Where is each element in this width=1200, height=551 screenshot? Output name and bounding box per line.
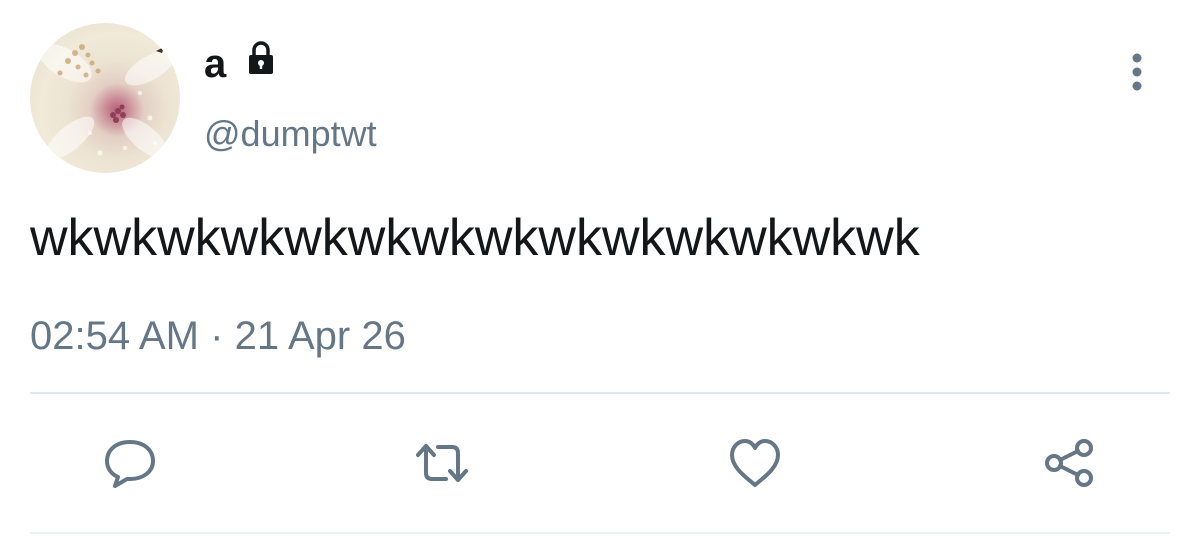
flower-avatar-image <box>38 43 175 160</box>
divider <box>30 392 1170 394</box>
tweet-time: 02:54 AM <box>30 314 200 358</box>
heart-icon <box>730 439 780 487</box>
bottom-divider <box>30 532 1170 534</box>
avatar[interactable] <box>30 23 180 173</box>
timestamp-separator: · <box>210 314 224 358</box>
tweet-date: 21 Apr 26 <box>234 314 406 358</box>
timestamp[interactable]: 02:54 AM · 21 Apr 26 <box>30 312 406 360</box>
speech-bubble-icon <box>105 440 155 488</box>
display-name[interactable]: a <box>204 40 226 88</box>
share-button[interactable] <box>1040 433 1100 493</box>
retweet-arrows-icon <box>416 444 468 482</box>
vertical-ellipsis-icon[interactable] <box>1122 50 1152 96</box>
like-button[interactable] <box>725 433 785 493</box>
user-handle[interactable]: @dumptwt <box>204 112 377 156</box>
share-nodes-icon <box>1045 439 1093 487</box>
lock-icon <box>243 40 279 76</box>
reply-button[interactable] <box>100 433 160 493</box>
retweet-button[interactable] <box>412 433 472 493</box>
tweet-text: wkwkwkwkwkwkwkwkwkwkwkwkwkwk <box>30 209 920 267</box>
